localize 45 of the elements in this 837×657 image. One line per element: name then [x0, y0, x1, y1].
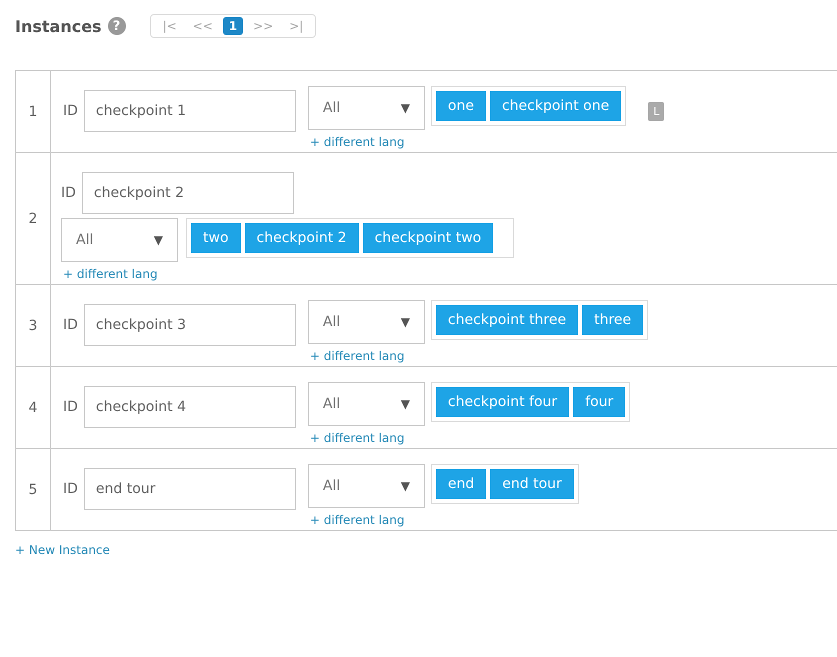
row-number: 2	[16, 153, 51, 284]
id-input-field[interactable]: checkpoint 2	[82, 172, 294, 214]
row-number: 4	[16, 367, 51, 448]
help-icon[interactable]: ?	[108, 17, 126, 35]
tag[interactable]: checkpoint two	[362, 223, 494, 253]
id-label: ID	[61, 185, 76, 201]
language-select[interactable]: All ▼	[308, 382, 425, 426]
tag[interactable]: end	[436, 469, 486, 499]
tag[interactable]: one	[436, 91, 486, 121]
new-instance-link[interactable]: + New Instance	[15, 543, 837, 557]
tag[interactable]: checkpoint three	[436, 305, 578, 335]
language-select[interactable]: All ▼	[308, 86, 425, 130]
different-lang-link[interactable]: + different lang	[308, 349, 425, 363]
page-button[interactable]: >|	[283, 17, 310, 35]
language-select[interactable]: All ▼	[308, 300, 425, 344]
different-lang-link[interactable]: + different lang	[308, 513, 425, 527]
id-label: ID	[63, 317, 78, 333]
different-lang-link[interactable]: + different lang	[308, 135, 425, 149]
language-select[interactable]: All ▼	[308, 464, 425, 508]
tag[interactable]: two	[191, 223, 241, 253]
row-number: 3	[16, 285, 51, 366]
page-button[interactable]: >>	[247, 17, 280, 35]
page-button[interactable]: <<	[186, 17, 219, 35]
language-select[interactable]: All ▼	[61, 218, 178, 262]
tag[interactable]: three	[582, 305, 644, 335]
id-input-field[interactable]: checkpoint 3	[84, 304, 296, 346]
id-input-field[interactable]: checkpoint 1	[84, 90, 296, 132]
section-title: Instances	[15, 16, 102, 36]
different-lang-link[interactable]: + different lang	[308, 431, 425, 445]
tag[interactable]: checkpoint 2	[244, 223, 359, 253]
id-label: ID	[63, 399, 78, 415]
tag[interactable]: four	[573, 387, 626, 417]
page-button[interactable]: |<	[156, 17, 183, 35]
tag[interactable]: end tour	[490, 469, 574, 499]
different-lang-link[interactable]: + different lang	[61, 267, 178, 281]
language-badge: L	[648, 102, 664, 121]
id-label: ID	[63, 103, 78, 119]
row-number: 5	[16, 449, 51, 530]
tag[interactable]: checkpoint four	[436, 387, 570, 417]
id-input-field[interactable]: checkpoint 4	[84, 386, 296, 428]
row-number: 1	[16, 71, 51, 152]
id-label: ID	[63, 481, 78, 497]
id-input-field[interactable]: end tour	[84, 468, 296, 510]
tag[interactable]: checkpoint one	[490, 91, 622, 121]
page-button[interactable]: 1	[222, 17, 244, 35]
